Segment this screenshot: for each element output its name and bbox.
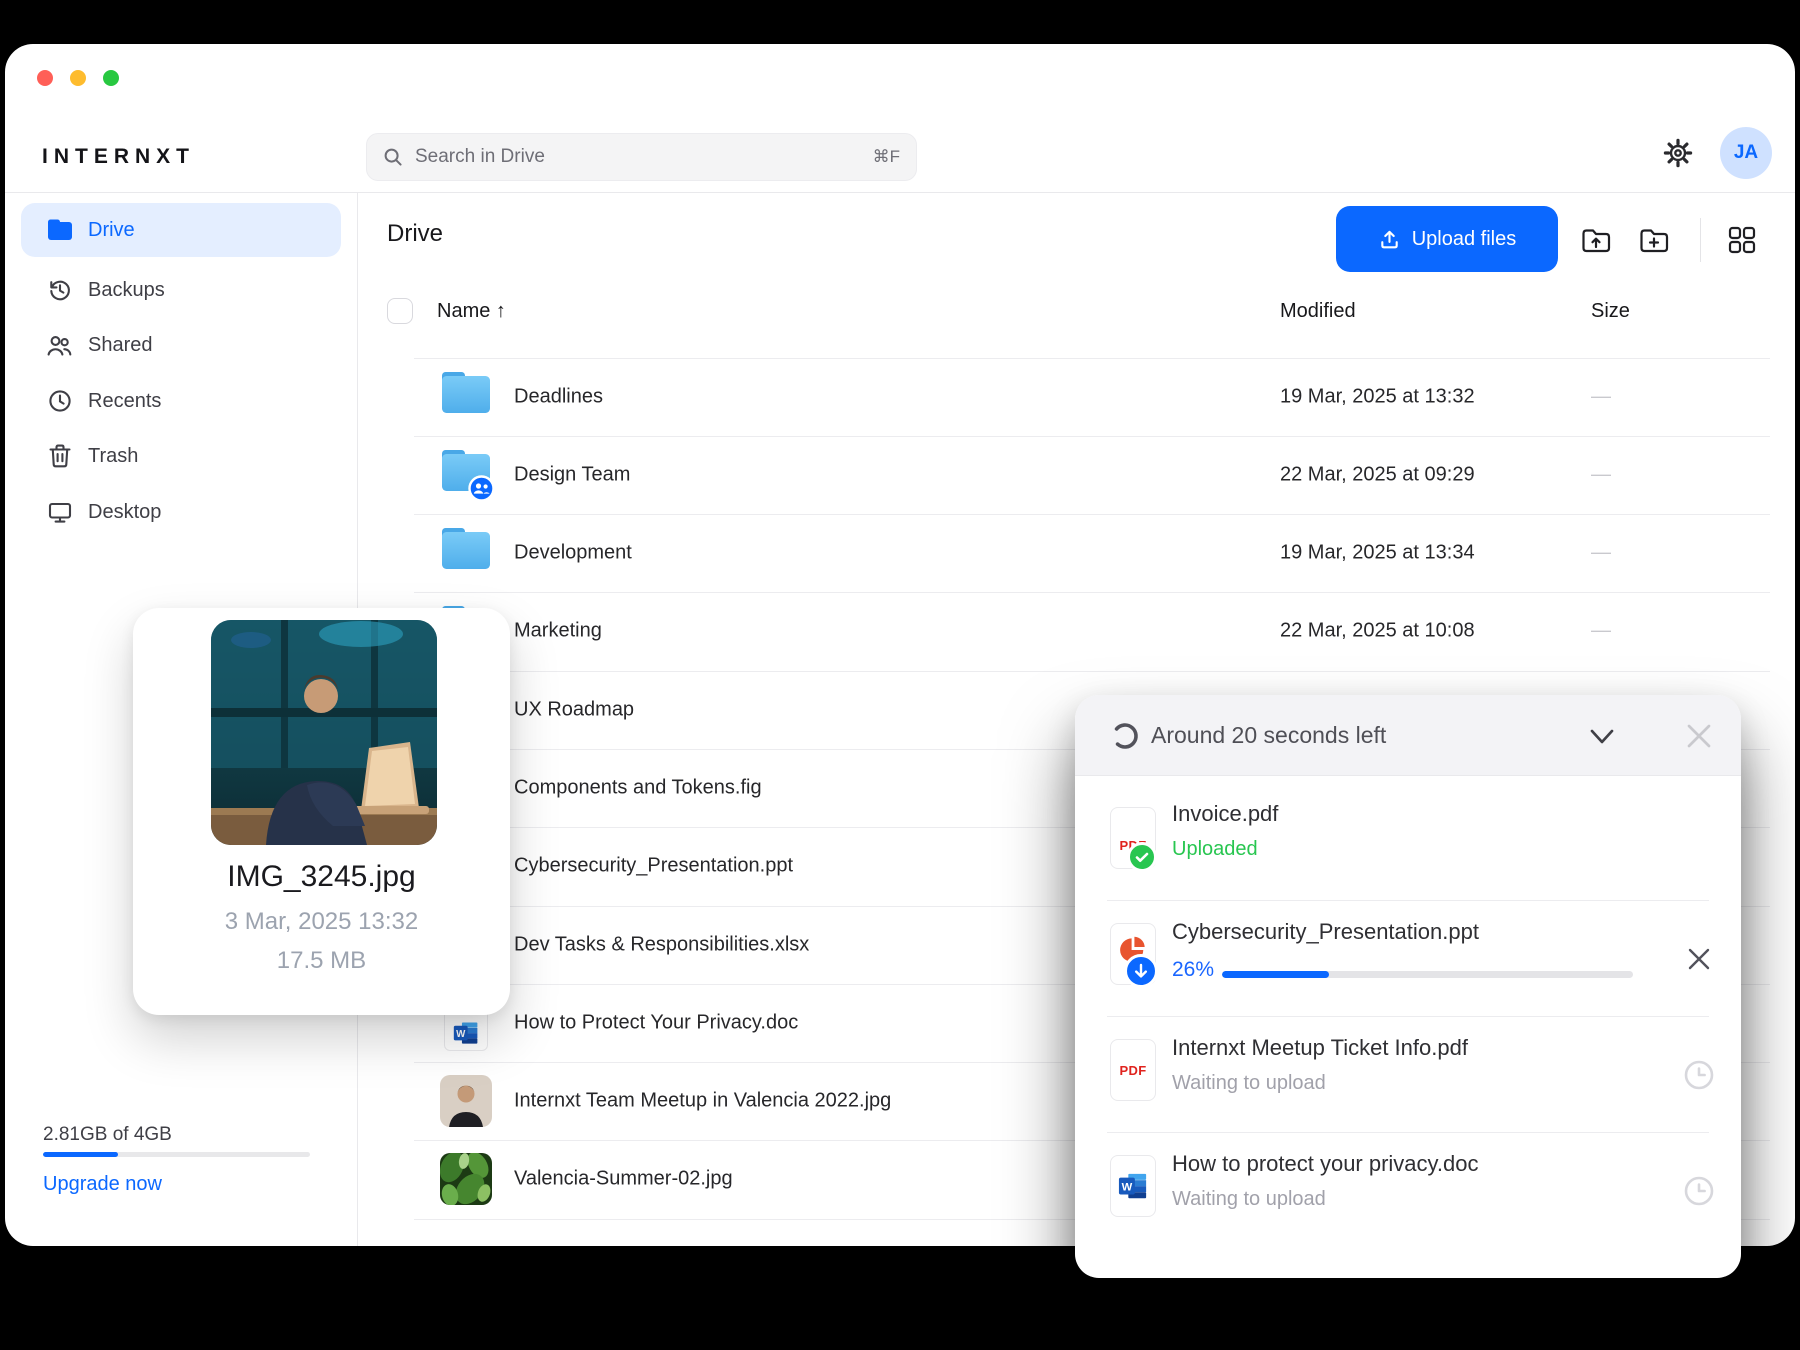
upload-item-divider	[1107, 1016, 1709, 1017]
table-row[interactable]: Design Team 22 Mar, 2025 at 09:29 —	[0, 436, 1800, 514]
spinner-icon	[1112, 723, 1138, 749]
folder-icon	[440, 527, 492, 579]
close-icon[interactable]	[1681, 718, 1717, 754]
waiting-clock-icon	[1684, 1176, 1714, 1206]
backup-history-icon	[46, 277, 73, 304]
search-shortcut: ⌘F	[872, 147, 900, 166]
avatar-initials: JA	[1733, 142, 1759, 163]
sort-ascending-icon: ↑	[495, 300, 506, 322]
search-bar[interactable]: ⌘F	[366, 133, 917, 181]
photo-thumbnail	[440, 1075, 492, 1127]
search-input[interactable]	[413, 145, 863, 169]
waiting-clock-icon	[1684, 1060, 1714, 1090]
preview-size: 17.5 MB	[276, 947, 367, 974]
maximize-window-button[interactable]	[103, 70, 119, 86]
photo-thumbnail	[440, 1153, 492, 1205]
upload-files-button[interactable]: Upload files	[1336, 206, 1558, 272]
gear-icon[interactable]	[1662, 137, 1694, 169]
grid-view-icon[interactable]	[1726, 224, 1758, 256]
column-header-size: Size	[1591, 300, 1630, 322]
upload-progress-panel: Around 20 seconds left PDF Invoice.pdf U…	[1075, 695, 1741, 1278]
upload-panel-header: Around 20 seconds left	[1075, 695, 1741, 776]
minimize-window-button[interactable]	[70, 70, 86, 86]
upload-progress-bar	[1222, 971, 1633, 978]
column-header-name[interactable]: Name ↑	[437, 300, 506, 323]
shared-users-icon	[46, 332, 73, 359]
desktop-background: INTERNXT ⌘F JA Drive Backups	[0, 0, 1800, 1350]
sidebar-item-label: Drive	[88, 218, 135, 241]
toolbar-divider	[1700, 218, 1701, 262]
table-row[interactable]: Development 19 Mar, 2025 at 13:34 —	[0, 514, 1800, 592]
shared-badge-icon	[468, 475, 495, 502]
folder-icon	[440, 371, 492, 423]
sidebar-item-label: Backups	[88, 278, 165, 301]
upload-progress-fill	[1222, 971, 1329, 978]
sidebar-item-label: Shared	[88, 333, 153, 356]
close-window-button[interactable]	[37, 70, 53, 86]
preview-date: 3 Mar, 2025 13:32	[224, 908, 419, 935]
upload-item-divider	[1107, 1132, 1709, 1133]
uploaded-check-icon	[1127, 842, 1157, 872]
upload-icon	[1380, 230, 1398, 248]
shared-folder-icon	[440, 449, 495, 502]
file-preview-card: IMG_3245.jpg 3 Mar, 2025 13:32 17.5 MB	[133, 608, 510, 1015]
upload-time-remaining: Around 20 seconds left	[1151, 722, 1387, 748]
table-row[interactable]: Deadlines 19 Mar, 2025 at 13:32 —	[0, 358, 1800, 436]
new-folder-icon[interactable]	[1638, 224, 1670, 256]
upload-item-divider	[1107, 900, 1709, 901]
cancel-upload-icon[interactable]	[1685, 945, 1713, 973]
upload-folder-icon[interactable]	[1580, 224, 1612, 256]
internxt-logo: INTERNXT	[42, 145, 195, 168]
folder-icon	[46, 217, 73, 244]
sidebar-item-drive[interactable]: Drive	[21, 203, 341, 257]
chevron-down-icon[interactable]	[1585, 722, 1619, 752]
column-header-modified: Modified	[1280, 300, 1356, 322]
preview-image	[211, 620, 437, 845]
select-all-checkbox[interactable]	[387, 298, 413, 324]
search-icon	[384, 148, 402, 166]
page-title: Drive	[387, 220, 444, 247]
sidebar-item-backups[interactable]: Backups	[21, 263, 341, 317]
header-divider	[5, 192, 1795, 193]
preview-filename: IMG_3245.jpg	[227, 860, 416, 893]
svg-text:W: W	[456, 1029, 466, 1040]
pdf-file-icon: PDF	[1110, 1039, 1156, 1101]
upload-files-label: Upload files	[1411, 227, 1517, 250]
svg-text:W: W	[1122, 1182, 1133, 1194]
avatar[interactable]: JA	[1720, 127, 1772, 179]
uploading-arrow-icon	[1124, 954, 1158, 988]
word-file-icon: W	[1110, 1155, 1156, 1217]
